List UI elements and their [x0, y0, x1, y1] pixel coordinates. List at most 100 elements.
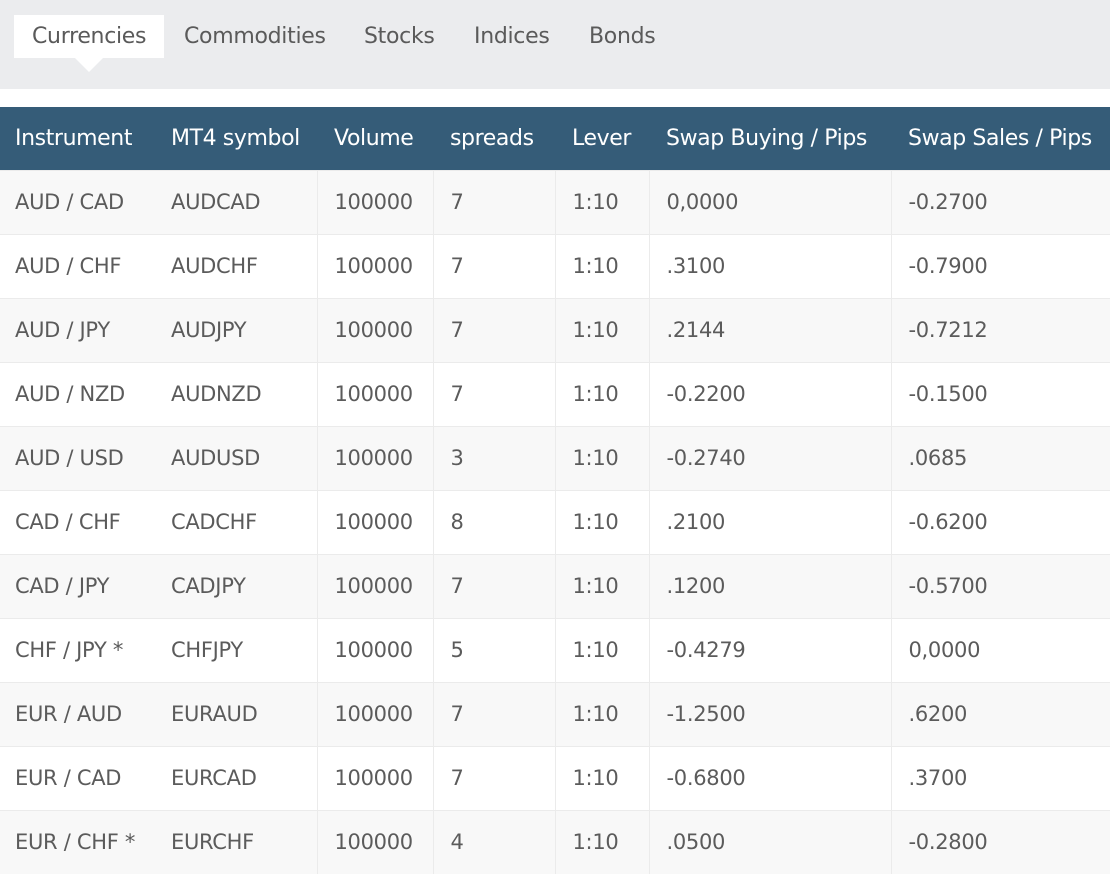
- swap-buying-cell: 0,0000: [648, 169, 891, 234]
- swap-sales-cell: -0.2800: [890, 809, 1110, 874]
- volume-cell: 100000: [316, 809, 433, 874]
- tab-stocks[interactable]: Stocks: [364, 15, 435, 58]
- volume-cell: 100000: [316, 617, 433, 682]
- mt4-symbol-cell: EURAUD: [156, 681, 317, 746]
- swap-sales-cell: -0.2700: [890, 169, 1110, 234]
- swap-sales-cell: .0685: [890, 425, 1110, 490]
- column-header-volume: Volume: [334, 125, 414, 151]
- table-row: AUD / CHF AUDCHF 100000 7 1:10.3100 -0.7900: [0, 233, 1110, 298]
- instrument-cell: AUD / NZD: [0, 361, 156, 426]
- instrument-cell: CHF / JPY *: [0, 617, 156, 682]
- swap-sales-cell: -0.7900: [890, 233, 1110, 298]
- lever-cell: 1:10: [554, 233, 649, 298]
- mt4-symbol-cell: EURCAD: [156, 745, 317, 810]
- instrument-cell: AUD / JPY: [0, 297, 156, 362]
- column-header-swap-buying: Swap Buying / Pips: [666, 125, 867, 151]
- instruments-table: Instrument MT4 symbol Volume spreads Lev…: [0, 107, 1110, 874]
- volume-cell: 100000: [316, 425, 433, 490]
- tab-currencies[interactable]: Currencies: [14, 15, 165, 72]
- spreads-cell: 7: [432, 681, 555, 746]
- swap-sales-cell: -0.6200: [890, 489, 1110, 554]
- mt4-symbol-cell: AUDCHF: [156, 233, 317, 298]
- swap-buying-cell: -0.2740: [648, 425, 891, 490]
- instrument-cell: AUD / USD: [0, 425, 156, 490]
- spreads-cell: 5: [432, 617, 555, 682]
- instrument-cell: EUR / AUD: [0, 681, 156, 746]
- volume-cell: 100000: [316, 681, 433, 746]
- table-row: AUD / JPY AUDJPY 100000 7 1:10.2144 -0.7212: [0, 297, 1110, 362]
- table-row: AUD / USD AUDUSD 100000 3 1:10 -0.2740.0685: [0, 425, 1110, 490]
- instrument-cell: AUD / CAD: [0, 169, 156, 234]
- spreads-cell: 7: [432, 297, 555, 362]
- mt4-symbol-cell: AUDJPY: [156, 297, 317, 362]
- column-header-spreads: spreads: [450, 125, 534, 151]
- swap-buying-cell: .2144: [648, 297, 891, 362]
- lever-cell: 1:10: [554, 361, 649, 426]
- swap-buying-cell: .3100: [648, 233, 891, 298]
- volume-cell: 100000: [316, 745, 433, 810]
- lever-cell: 1:10: [554, 169, 649, 234]
- volume-cell: 100000: [316, 233, 433, 298]
- table-row: CAD / CHF CADCHF 100000 8 1:10.2100 -0.6200: [0, 489, 1110, 554]
- mt4-symbol-cell: CHFJPY: [156, 617, 317, 682]
- instrument-cell: CAD / JPY: [0, 553, 156, 618]
- tab-indices[interactable]: Indices: [474, 15, 550, 58]
- swap-buying-cell: .2100: [648, 489, 891, 554]
- lever-cell: 1:10: [554, 489, 649, 554]
- tab-commodities[interactable]: Commodities: [184, 15, 326, 58]
- swap-sales-cell: .3700: [890, 745, 1110, 810]
- swap-sales-cell: -0.5700: [890, 553, 1110, 618]
- column-header-mt4-symbol: MT4 symbol: [171, 125, 300, 151]
- spreads-cell: 7: [432, 553, 555, 618]
- instrument-cell: EUR / CAD: [0, 745, 156, 810]
- swap-buying-cell: -0.6800: [648, 745, 891, 810]
- instrument-cell: AUD / CHF: [0, 233, 156, 298]
- mt4-symbol-cell: EURCHF: [156, 809, 317, 874]
- swap-buying-cell: .1200: [648, 553, 891, 618]
- mt4-symbol-cell: AUDCAD: [156, 169, 317, 234]
- swap-buying-cell: -1.2500: [648, 681, 891, 746]
- spreads-cell: 7: [432, 745, 555, 810]
- spreads-cell: 7: [432, 233, 555, 298]
- swap-sales-cell: 0,0000: [890, 617, 1110, 682]
- tab-bonds[interactable]: Bonds: [589, 15, 656, 58]
- lever-cell: 1:10: [554, 745, 649, 810]
- column-header-instrument: Instrument: [15, 125, 133, 151]
- spreads-cell: 4: [432, 809, 555, 874]
- column-header-swap-sales: Swap Sales / Pips: [908, 125, 1092, 151]
- swap-sales-cell: -0.7212: [890, 297, 1110, 362]
- instrument-category-tabs: Currencies Commodities Stocks Indices Bo…: [0, 0, 1110, 89]
- table-row: EUR / CAD EURCAD 100000 7 1:10 -0.6800.3700: [0, 745, 1110, 810]
- instrument-cell: EUR / CHF *: [0, 809, 156, 874]
- lever-cell: 1:10: [554, 617, 649, 682]
- swap-buying-cell: -0.4279: [648, 617, 891, 682]
- table-row: CAD / JPY CADJPY 100000 7 1:10.1200 -0.5700: [0, 553, 1110, 618]
- mt4-symbol-cell: CADCHF: [156, 489, 317, 554]
- instrument-cell: CAD / CHF: [0, 489, 156, 554]
- volume-cell: 100000: [316, 297, 433, 362]
- volume-cell: 100000: [316, 361, 433, 426]
- mt4-symbol-cell: AUDNZD: [156, 361, 317, 426]
- spreads-cell: 8: [432, 489, 555, 554]
- lever-cell: 1:10: [554, 297, 649, 362]
- lever-cell: 1:10: [554, 425, 649, 490]
- table-row: AUD / NZD AUDNZD 100000 7 1:10 -0.2200 -0.1500: [0, 361, 1110, 426]
- swap-buying-cell: -0.2200: [648, 361, 891, 426]
- spreads-cell: 3: [432, 425, 555, 490]
- mt4-symbol-cell: CADJPY: [156, 553, 317, 618]
- column-header-lever: Lever: [572, 125, 632, 151]
- lever-cell: 1:10: [554, 809, 649, 874]
- table-row: AUD / CAD AUDCAD 100000 7 1:10 0,0000 -0.2700: [0, 169, 1110, 234]
- swap-sales-cell: .6200: [890, 681, 1110, 746]
- spreads-cell: 7: [432, 169, 555, 234]
- table-row: EUR / CHF * EURCHF 100000 4 1:10.0500 -0.2800: [0, 809, 1110, 874]
- spreads-cell: 7: [432, 361, 555, 426]
- lever-cell: 1:10: [554, 681, 649, 746]
- table-row: EUR / AUD EURAUD 100000 7 1:10 -1.2500.6200: [0, 681, 1110, 746]
- volume-cell: 100000: [316, 489, 433, 554]
- table-header-row: Instrument MT4 symbol Volume spreads Lev…: [0, 107, 1110, 170]
- swap-buying-cell: .0500: [648, 809, 891, 874]
- table-row: CHF / JPY * CHFJPY 100000 5 1:10 -0.4279 0,000…: [0, 617, 1110, 682]
- volume-cell: 100000: [316, 169, 433, 234]
- lever-cell: 1:10: [554, 553, 649, 618]
